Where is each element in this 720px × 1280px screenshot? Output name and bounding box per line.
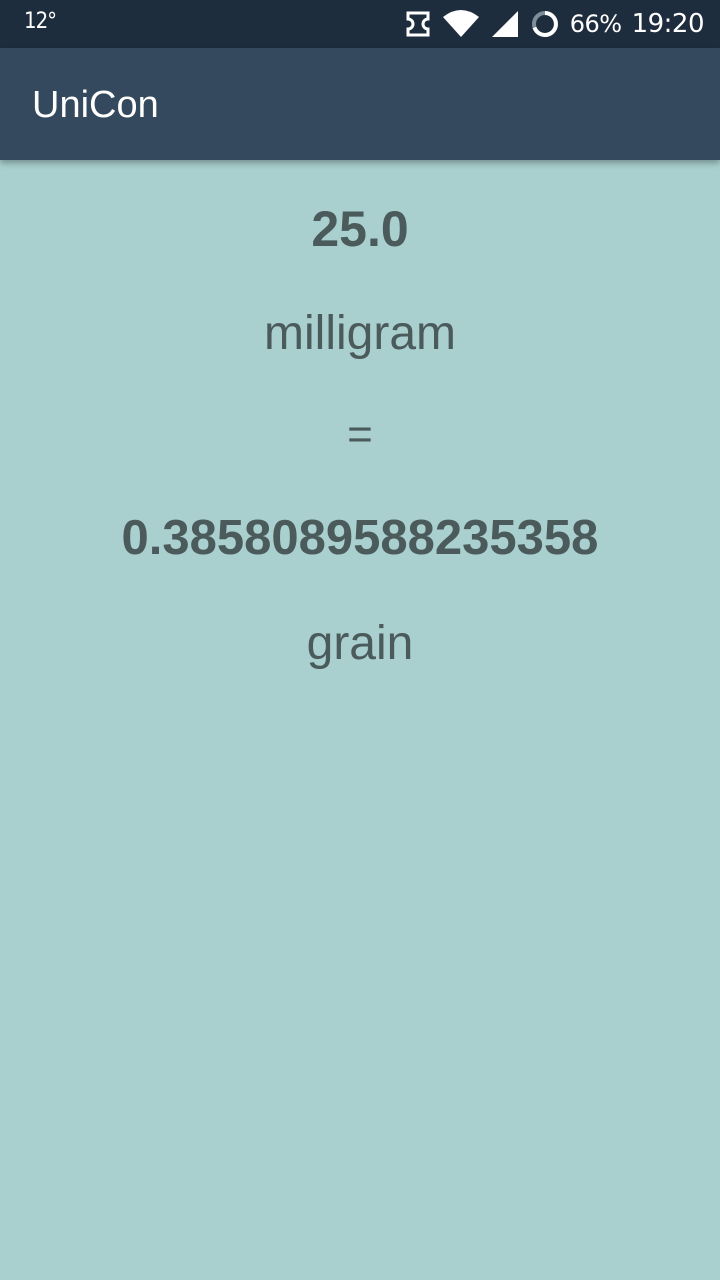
- cell-signal-icon: [490, 9, 520, 39]
- wifi-icon: [442, 9, 480, 39]
- battery-icon: [530, 9, 560, 39]
- output-unit[interactable]: grain: [0, 616, 720, 671]
- app-title: UniCon: [32, 84, 159, 126]
- input-value[interactable]: 25.0: [0, 200, 720, 258]
- battery-percent: 66%: [569, 10, 622, 38]
- input-unit[interactable]: milligram: [0, 306, 720, 361]
- status-icons: 66% 19:20: [404, 0, 705, 48]
- equals-sign: =: [347, 410, 373, 459]
- weather-temperature: 12°: [24, 9, 57, 34]
- clock: 19:20: [631, 9, 705, 39]
- conversion-panel: 25.0 milligram = 0.3858089588235358 grai…: [0, 160, 720, 1280]
- output-value: 0.3858089588235358: [121, 511, 599, 565]
- status-bar: 12° 66% 19:20: [0, 0, 720, 48]
- app-bar: UniCon: [0, 48, 720, 160]
- nfc-icon: [404, 9, 432, 39]
